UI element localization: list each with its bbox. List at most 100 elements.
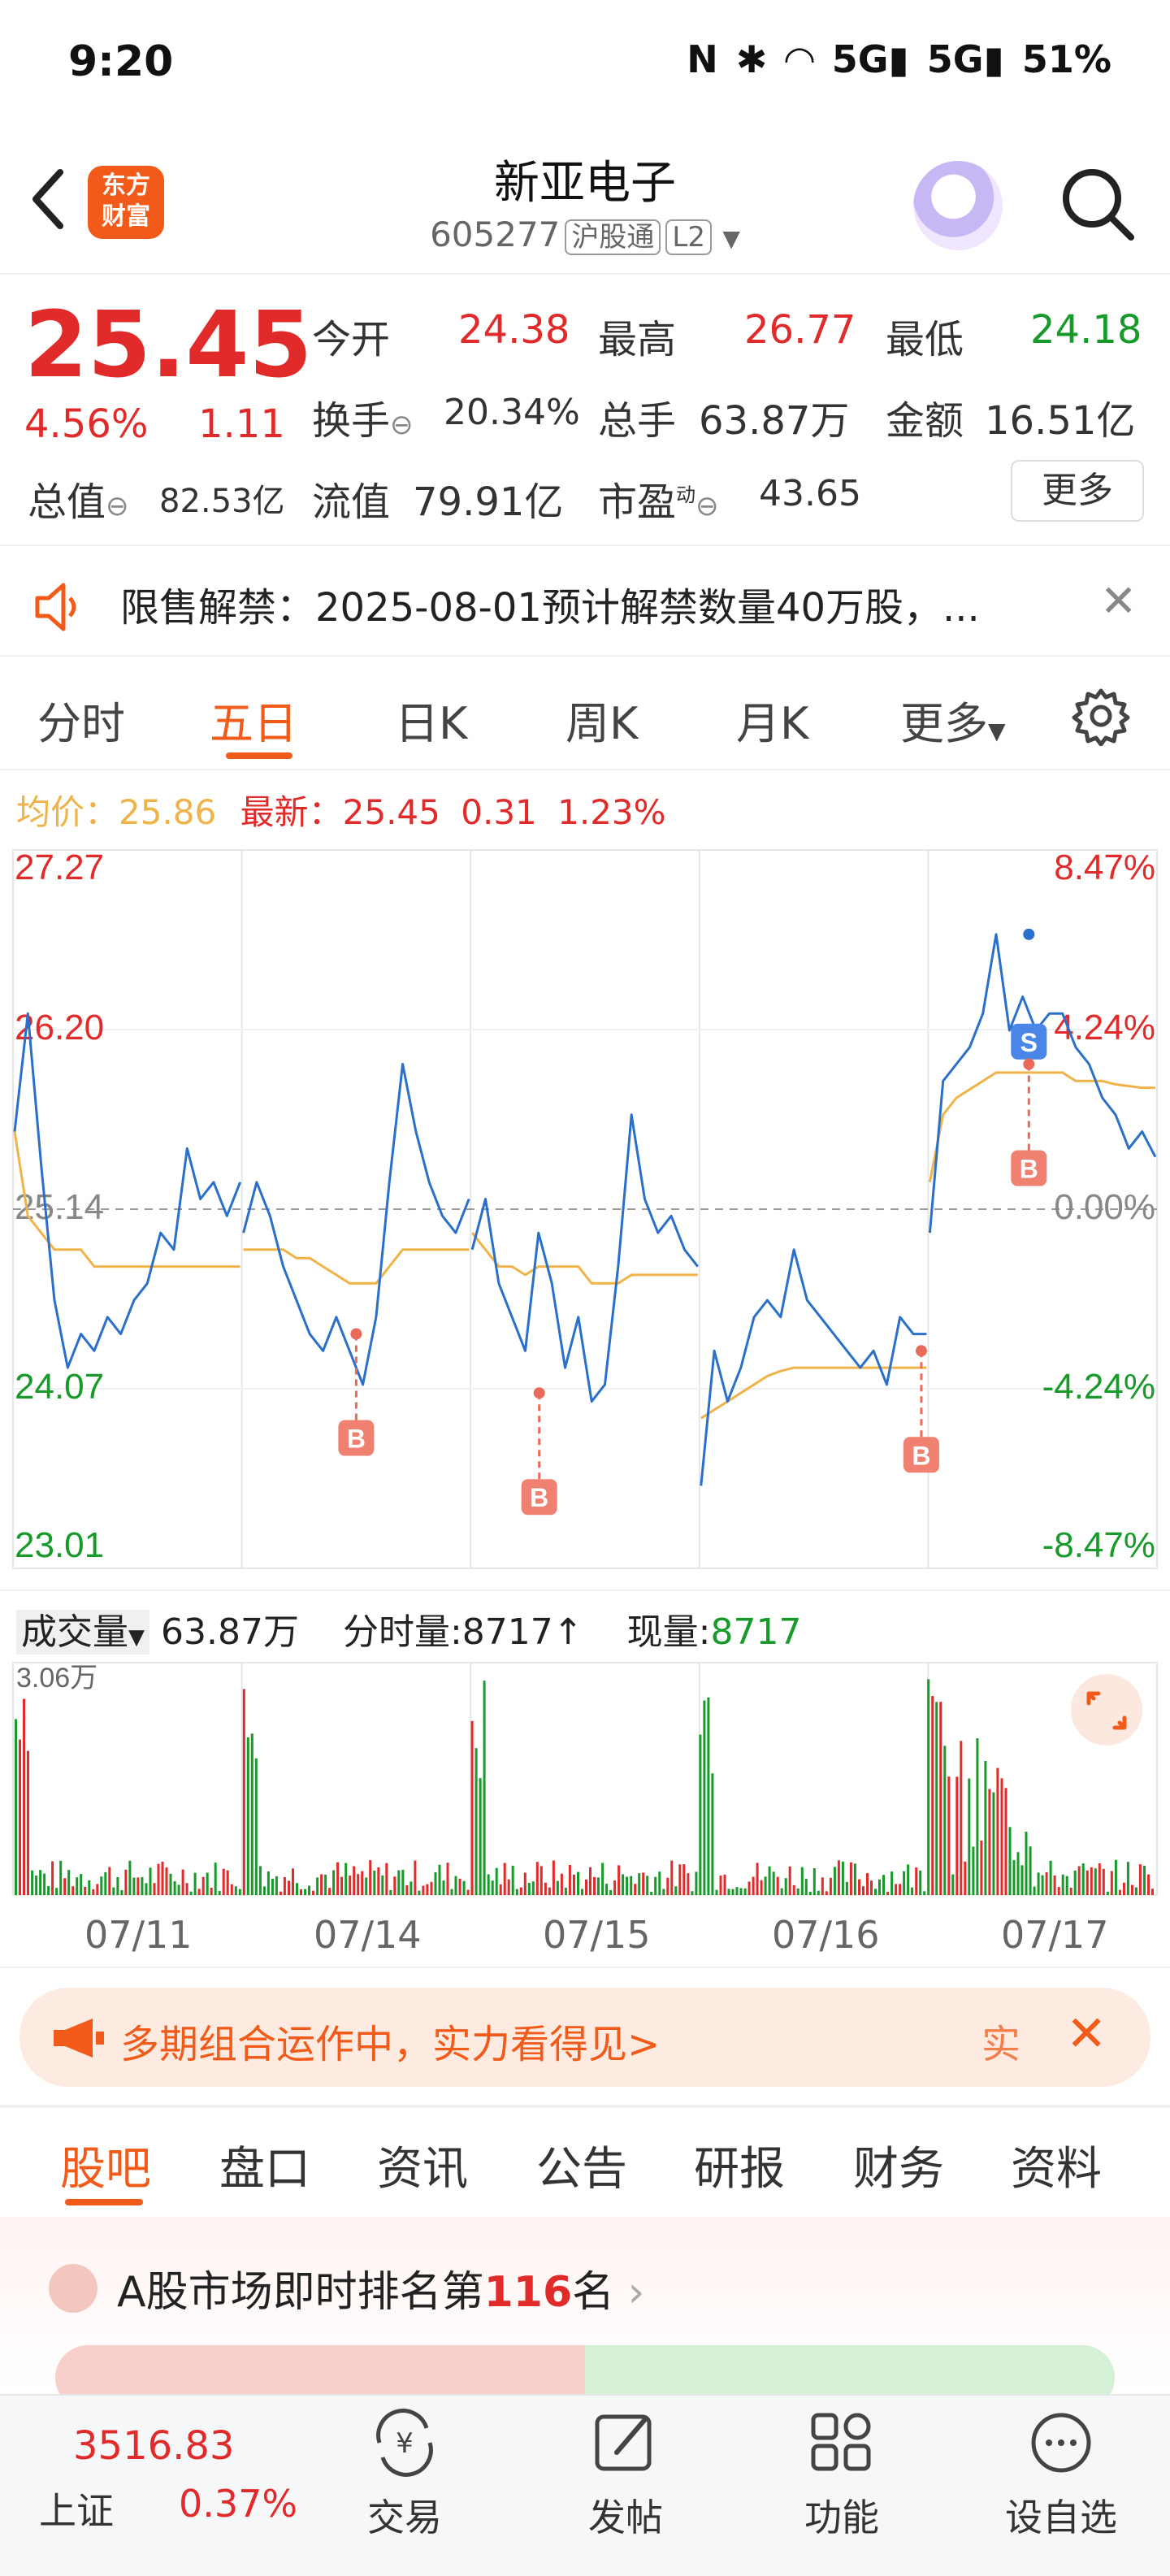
volume-bar [1012, 1860, 1016, 1895]
volume-bar [324, 1874, 327, 1895]
tab-monthly-k[interactable]: 月K [736, 687, 808, 752]
sell-point [1023, 928, 1035, 940]
search-icon [1063, 169, 1134, 241]
volume-bar [275, 1876, 278, 1895]
nav-functions[interactable]: 功能 [777, 2409, 907, 2542]
tab-intraday[interactable]: 分时 [37, 687, 125, 752]
volume-bar [1045, 1871, 1048, 1895]
buy-marker-label: B [912, 1441, 930, 1470]
tab-profile[interactable]: 资料 [1011, 2132, 1102, 2198]
volume-bar [279, 1891, 282, 1895]
mktcap-label: 总值⊖ [28, 479, 129, 525]
buy-point [1023, 1058, 1035, 1070]
assistant-robot-icon[interactable] [913, 161, 1003, 250]
volume-bar [915, 1867, 918, 1895]
volume-bar [193, 1872, 197, 1895]
volume-bar [650, 1892, 653, 1895]
volume-bar [674, 1886, 678, 1895]
volume-value: 63.87万 [699, 398, 850, 444]
volume-bar [202, 1876, 205, 1895]
buy-point [915, 1345, 927, 1357]
volume-bar [19, 1739, 21, 1895]
tab-guba[interactable]: 股吧 [60, 2132, 151, 2198]
price-chart[interactable]: 27.2726.2025.1424.0723.018.47%4.24%0.00%… [0, 837, 1170, 1593]
turnover-value: 20.34% [444, 392, 580, 433]
volume-bar [804, 1879, 808, 1895]
volume-selector[interactable]: 成交量▼ [16, 1610, 150, 1654]
promo-text[interactable]: 多期组合运作中，实力看得见> [120, 2012, 660, 2069]
tab-five-day[interactable]: 五日 [210, 687, 297, 752]
volume-bar [878, 1879, 881, 1895]
index-name[interactable]: 上证 [39, 2482, 114, 2535]
volume-bar [568, 1865, 571, 1895]
price-legend: 均价：25.86 最新：25.45 0.31 1.23% [16, 792, 666, 832]
volume-bar [1077, 1866, 1081, 1895]
index-change[interactable]: 0.37% [179, 2482, 297, 2526]
volume-bar [760, 1880, 763, 1895]
volume-bar [772, 1871, 775, 1895]
avg-price-line [243, 1248, 470, 1285]
volume-bar [214, 1863, 217, 1895]
volume-bar [153, 1883, 156, 1895]
index-value[interactable]: 3516.83 [73, 2423, 235, 2469]
volume-bar [601, 1863, 604, 1895]
volume-bar [292, 1868, 294, 1895]
volume-bar [964, 1861, 967, 1895]
volume-bar [1008, 1827, 1012, 1895]
volume-max-label: 3.06万 [16, 1663, 98, 1693]
volume-bar [829, 1877, 832, 1895]
volume-bar [377, 1867, 380, 1895]
sell-marker-label: S [1020, 1028, 1038, 1057]
tab-finance[interactable]: 财务 [853, 2132, 944, 2198]
tab-research[interactable]: 研报 [694, 2132, 785, 2198]
volume-bar [1147, 1874, 1150, 1895]
nav-post[interactable]: 发帖 [561, 2409, 691, 2542]
volume-bar [670, 1860, 674, 1895]
volume-bar [222, 1868, 225, 1895]
tab-more[interactable]: 更多▼ [900, 687, 1006, 752]
volume-bar [206, 1872, 209, 1895]
close-icon[interactable]: ✕ [1100, 575, 1137, 627]
volume-bar [1000, 1778, 1003, 1895]
nav-trade[interactable]: ¥ 交易 [340, 2409, 470, 2542]
tab-pankou[interactable]: 盘口 [219, 2132, 310, 2198]
volume-bar [116, 1877, 119, 1895]
volume-bar [699, 1734, 702, 1895]
volume-bar [589, 1867, 592, 1895]
status-icons: N ✱ ◠ 5G▮ 5G▮ 51% [687, 37, 1112, 81]
volume-bar [27, 1750, 29, 1895]
volume-bar [389, 1889, 392, 1895]
tab-announcement[interactable]: 公告 [536, 2132, 627, 2198]
volume-bar [80, 1874, 83, 1895]
tab-daily-k[interactable]: 日K [395, 687, 467, 752]
volume-bar [128, 1860, 132, 1895]
open-value: 24.38 [458, 307, 570, 353]
volume-bar [67, 1870, 71, 1895]
nav-add-watchlist[interactable]: 设自选 [996, 2409, 1126, 2542]
volume-bar [288, 1880, 290, 1895]
volume-bar [1057, 1887, 1060, 1895]
unlock-notice[interactable]: 限售解禁：2025-08-01预计解禁数量40万股，... [120, 575, 980, 632]
volume-bar [316, 1877, 319, 1895]
volume-bar [715, 1889, 718, 1895]
rank-text[interactable]: A股市场即时排名第116名 › [117, 2257, 644, 2318]
volume-bar [951, 1874, 955, 1895]
more-quote-button[interactable]: 更多 [1011, 460, 1144, 522]
volume-bar [250, 1733, 254, 1895]
search-button[interactable] [1056, 163, 1138, 244]
date-label: 07/14 [314, 1913, 422, 1957]
info-icon: ⊖ [390, 409, 414, 441]
expand-button[interactable] [1071, 1674, 1142, 1746]
tab-weekly-k[interactable]: 周K [566, 687, 638, 752]
more-circle-icon [1031, 2413, 1091, 2473]
volume-bar [845, 1881, 848, 1895]
volume-bar [414, 1860, 417, 1895]
close-icon[interactable]: ✕ [1066, 2006, 1107, 2062]
volume-chart[interactable]: 3.06万 [0, 1654, 1170, 1906]
volume-bar [442, 1880, 445, 1895]
settings-button[interactable] [1071, 686, 1131, 747]
tab-news[interactable]: 资讯 [377, 2132, 468, 2198]
volume-bar [353, 1866, 356, 1895]
volume-bar [88, 1880, 91, 1895]
volume-bar [1134, 1887, 1138, 1895]
